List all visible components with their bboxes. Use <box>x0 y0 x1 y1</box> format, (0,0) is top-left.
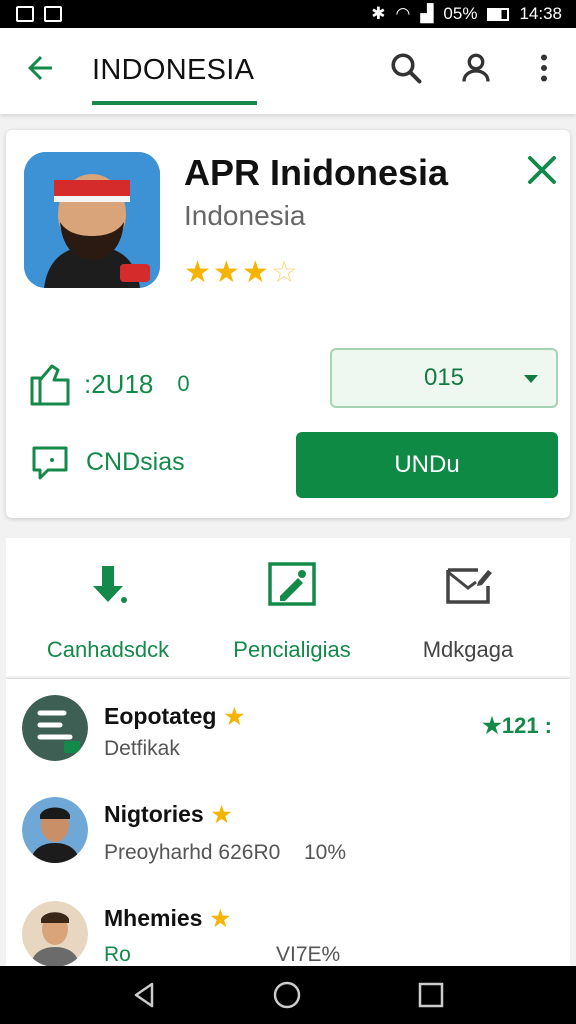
app-bar: INDONESIA <box>0 28 576 114</box>
star-icon: ★ <box>184 256 211 289</box>
item-subtitle: Preoyharhd 626R0 <box>104 841 281 864</box>
list-item[interactable]: Eopotateg ★ Detfikak ★121 : <box>6 691 570 791</box>
meta-value: :2U18 <box>84 368 154 399</box>
account-icon[interactable] <box>458 50 494 86</box>
item-subtitle: Detfikak <box>104 737 180 760</box>
tab-indicator <box>92 101 257 105</box>
image-edit-icon <box>268 562 316 606</box>
dropdown-value: 015 <box>423 364 465 391</box>
item-percent: 10% <box>304 841 347 864</box>
search-icon[interactable] <box>388 50 424 86</box>
item-percent: VI7E% <box>276 943 341 966</box>
gallery-icon <box>44 6 62 22</box>
app-icon <box>24 152 160 288</box>
list-item[interactable]: Nigtories ★ Preoyharhd 626R0 10% <box>6 791 570 891</box>
item-rating: ★121 : <box>482 713 552 738</box>
wifi-icon: ◠ <box>395 4 411 23</box>
navigation-bar <box>0 966 576 1024</box>
chat-icon[interactable] <box>28 442 72 482</box>
close-icon[interactable] <box>524 152 560 188</box>
app-subtitle: Indonesia <box>184 200 306 231</box>
action-message[interactable]: Mdkgaga <box>378 560 558 663</box>
star-icon: ★ <box>212 256 240 289</box>
item-title: Eopotateg ★ <box>104 703 245 729</box>
item-subtitle: Ro <box>104 943 131 966</box>
secondary-label[interactable]: CNDsias <box>86 448 185 477</box>
action-label: Canhadsdck <box>46 637 170 662</box>
action-label: Pencialigias <box>233 637 351 662</box>
chevron-down-icon <box>524 375 538 383</box>
app-details-card: APR Inidonesia Indonesia ★ ★ ★ ☆ :2U18 0… <box>6 130 570 518</box>
status-bar: ✱ ◠ ▟ 05% 14:38 <box>0 0 576 28</box>
secondary-row: CNDsias <box>28 442 185 482</box>
notification-icon <box>16 6 34 22</box>
nav-home-icon[interactable] <box>272 980 302 1010</box>
back-arrow-icon[interactable] <box>22 50 58 86</box>
action-download[interactable]: Canhadsdck <box>18 560 198 663</box>
star-icon: ★ <box>211 801 232 827</box>
item-title: Nigtories ★ <box>104 801 232 827</box>
version-dropdown[interactable]: 015 <box>330 348 558 408</box>
nav-recents-icon[interactable] <box>416 980 446 1010</box>
message-edit-icon <box>446 568 492 604</box>
download-icon <box>93 566 127 603</box>
clock: 14:38 <box>519 4 562 23</box>
meta-extra: 0 <box>177 371 190 396</box>
action-row: Canhadsdck Pencialigias Mdkgaga <box>6 538 570 676</box>
more-vert-icon[interactable] <box>526 50 562 86</box>
star-icon: ★ <box>224 703 245 729</box>
app-meta-row: :2U18 0 <box>28 362 190 406</box>
share-icon[interactable] <box>28 362 74 406</box>
star-icon: ★ <box>241 256 269 289</box>
star-outline-icon: ☆ <box>270 256 298 289</box>
item-title: Mhemies ★ <box>104 905 231 931</box>
avatar <box>22 901 88 967</box>
install-button[interactable]: UNDu <box>296 432 558 498</box>
rating-stars: ★ ★ ★ ☆ <box>184 258 298 288</box>
nav-back-icon[interactable] <box>130 980 160 1010</box>
app-list: Eopotateg ★ Detfikak ★121 : Nigtories ★ Pr… <box>6 678 570 967</box>
action-edit-image[interactable]: Pencialigias <box>202 560 382 663</box>
signal-icon: ▟ <box>420 4 434 23</box>
app-name: APR Inidonesia <box>184 152 449 193</box>
star-icon: ★ <box>210 905 231 931</box>
battery-percent: 05% <box>443 4 478 23</box>
page-title: INDONESIA <box>92 54 255 86</box>
avatar <box>22 695 88 761</box>
action-label: Mdkgaga <box>422 637 514 662</box>
battery-icon <box>487 7 510 21</box>
avatar <box>22 797 88 863</box>
bluetooth-icon: ✱ <box>371 4 386 23</box>
